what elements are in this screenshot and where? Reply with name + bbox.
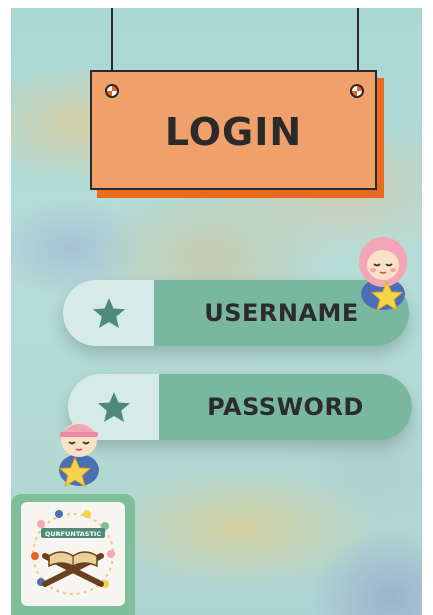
username-icon-area	[63, 280, 154, 346]
boy-holding-star-icon	[58, 423, 99, 488]
qurfuntastic-logo-tile[interactable]: QURFUNTASTIC	[11, 494, 135, 615]
password-field[interactable]: PASSWORD	[68, 374, 412, 440]
girl-holding-star-icon	[359, 237, 407, 312]
star-icon	[92, 298, 125, 328]
sign-pin-right-icon	[350, 84, 364, 98]
login-screen: LOGIN USERNAME PASSWORD QURFUNTASTIC	[11, 8, 422, 615]
logo-text: QURFUNTASTIC	[45, 530, 101, 538]
page-title: LOGIN	[164, 110, 303, 154]
sign-pin-left-icon	[105, 84, 119, 98]
quran-book-logo: QURFUNTASTIC	[21, 502, 125, 606]
password-label: PASSWORD	[207, 393, 364, 421]
password-label-area: PASSWORD	[159, 374, 412, 440]
username-label: USERNAME	[204, 299, 359, 327]
login-sign: LOGIN	[90, 70, 377, 190]
